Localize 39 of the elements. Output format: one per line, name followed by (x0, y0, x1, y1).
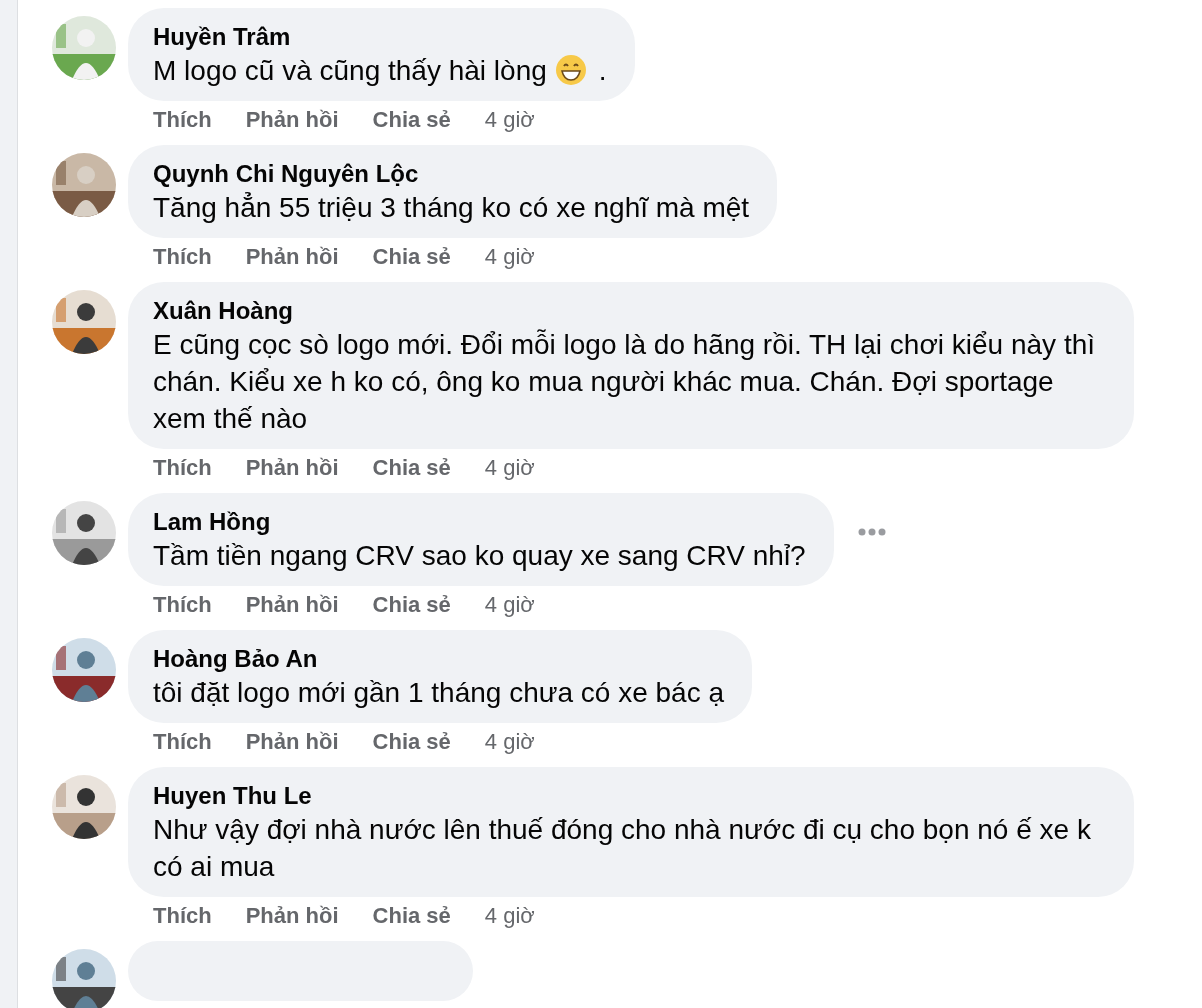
author-name[interactable]: Huyen Thu Le (153, 781, 1106, 811)
timestamp[interactable]: 4 giờ (484, 898, 535, 932)
author-name[interactable]: Huyền Trâm (153, 22, 607, 52)
action-link[interactable]: Chia sẻ (372, 102, 451, 136)
author-name[interactable]: Quynh Chi Nguyên Lộc (153, 159, 750, 189)
action-link[interactable]: Thích (153, 898, 212, 932)
comment-text: Tầm tiền ngang CRV sao ko quay xe sang CRV nhỉ? (153, 540, 806, 571)
timestamp[interactable]: 4 giờ (484, 724, 535, 758)
action-link[interactable]: Phản hồi (245, 102, 339, 136)
timestamp[interactable]: 4 giờ (484, 239, 535, 273)
action-link[interactable]: Phản hồi (245, 587, 339, 621)
comment-text: Tăng hẳn 55 triệu 3 tháng ko có xe nghĩ mà mệt (153, 192, 750, 223)
comment-text: tôi đặt logo mới gần 1 tháng chưa có xe bác ạ (153, 677, 725, 708)
more-options-icon[interactable] (857, 527, 886, 536)
action-link[interactable]: Thích (153, 450, 212, 484)
action-link[interactable]: Thích (153, 239, 212, 273)
action-link[interactable]: Thích (153, 102, 212, 136)
action-link[interactable]: Chia sẻ (372, 724, 451, 758)
author-name[interactable]: Hoàng Bảo An (153, 644, 725, 674)
author-name[interactable]: Lam Hồng (153, 507, 806, 537)
action-link[interactable]: Thích (153, 587, 212, 621)
action-link[interactable]: Chia sẻ (372, 587, 451, 621)
action-link[interactable]: Phản hồi (245, 898, 339, 932)
comment-text: M logo cũ và cũng thấy hài lòng (153, 55, 547, 86)
action-link[interactable]: Phản hồi (245, 239, 339, 273)
action-link[interactable]: Chia sẻ (372, 898, 451, 932)
timestamp[interactable]: 4 giờ (484, 587, 535, 621)
author-name[interactable]: Xuân Hoàng (153, 296, 1106, 326)
action-link[interactable]: Phản hồi (245, 450, 339, 484)
timestamp[interactable]: 4 giờ (484, 450, 535, 484)
action-link[interactable]: Thích (153, 724, 212, 758)
comment-text: Như vậy đợi nhà nước lên thuế đóng cho nhà nước đi cụ cho bọn nó ế xe k có ai mua (153, 814, 1091, 882)
grin-emoji-icon (554, 54, 587, 86)
comment-text: E cũng cọc sò logo mới. Đổi mỗi logo là do hãng rồi. TH lại chơi kiểu này thì chán. Kiểu xe h ko có, ông ko mua người khác mua. Chán. Đợi sportage xem thế nào (153, 329, 1095, 434)
action-link[interactable]: Phản hồi (245, 724, 339, 758)
comment-text: . (598, 55, 607, 86)
action-link[interactable]: Chia sẻ (372, 450, 451, 484)
timestamp[interactable]: 4 giờ (484, 102, 535, 136)
action-link[interactable]: Chia sẻ (372, 239, 451, 273)
